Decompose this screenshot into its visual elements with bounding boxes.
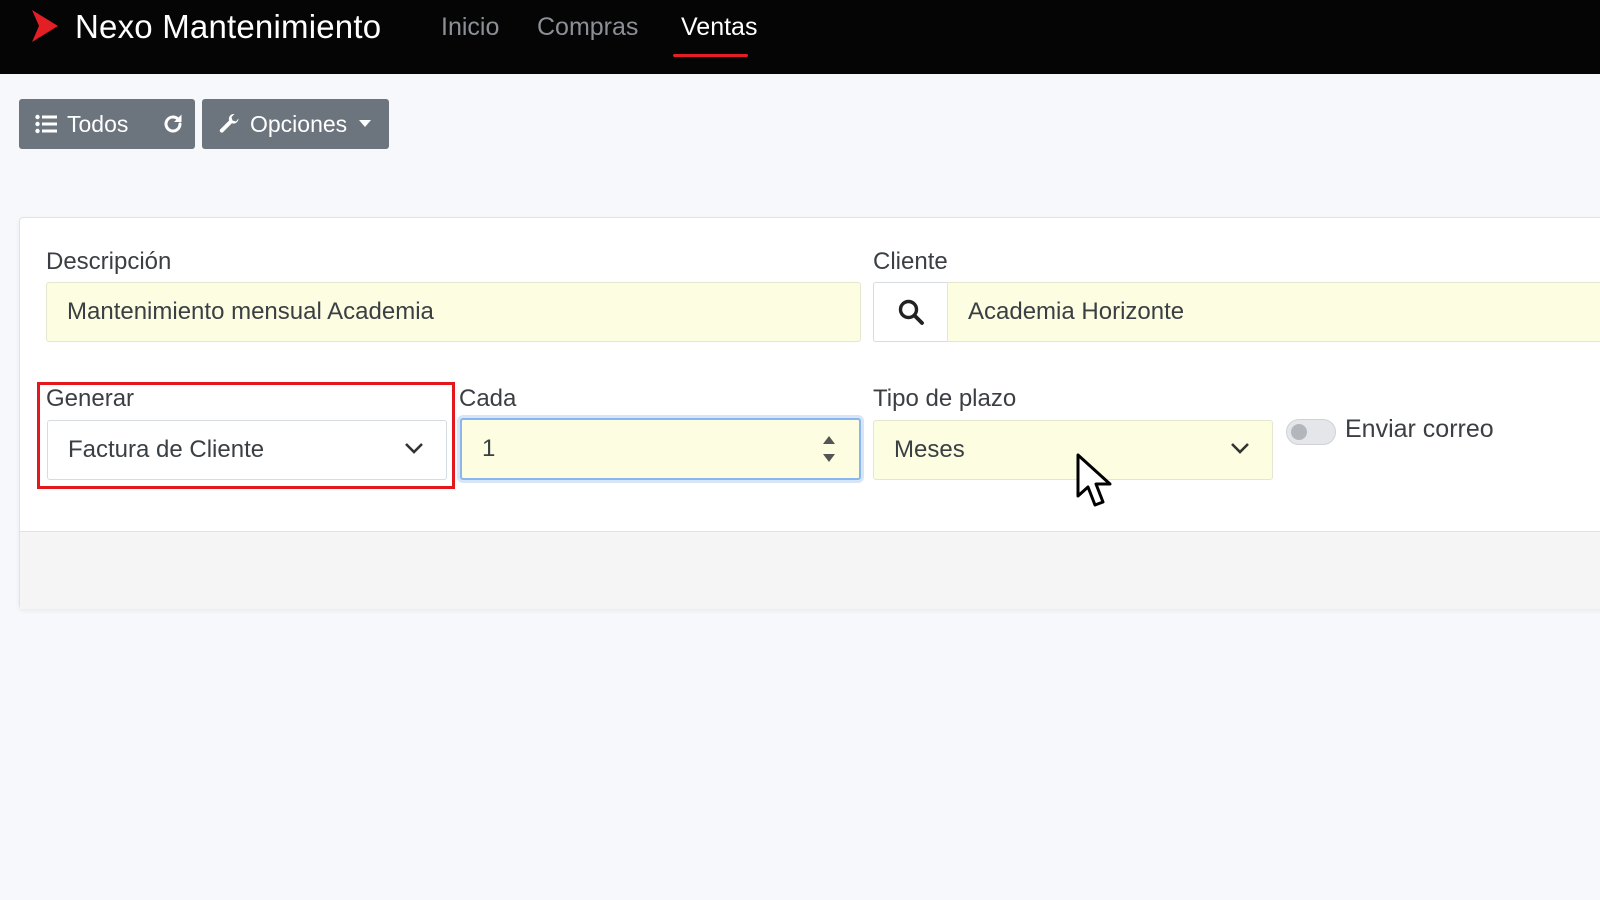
active-nav-underline bbox=[673, 54, 748, 57]
nav-item-ventas[interactable]: Ventas bbox=[681, 13, 757, 42]
form-card bbox=[19, 217, 1600, 609]
brand-logo-icon[interactable] bbox=[30, 9, 60, 43]
tipo-plazo-label: Tipo de plazo bbox=[873, 385, 1017, 412]
mouse-cursor-icon bbox=[1076, 453, 1112, 507]
chevron-down-icon bbox=[1231, 443, 1249, 454]
descripcion-label: Descripción bbox=[46, 248, 172, 275]
cada-label: Cada bbox=[459, 385, 517, 412]
enviar-correo-label: Enviar correo bbox=[1345, 415, 1494, 443]
enviar-correo-toggle[interactable] bbox=[1286, 419, 1336, 445]
cada-value: 1 bbox=[482, 435, 496, 462]
nav-item-compras[interactable]: Compras bbox=[537, 13, 638, 42]
top-navbar: Nexo Mantenimiento Inicio Compras Ventas bbox=[0, 0, 1600, 74]
todos-button-label: Todos bbox=[67, 110, 129, 137]
descripcion-input[interactable]: Mantenimiento mensual Academia bbox=[46, 282, 861, 342]
tipo-plazo-selected-value: Meses bbox=[894, 436, 965, 463]
todos-button-group: Todos bbox=[19, 99, 195, 149]
cliente-input[interactable]: Academia Horizonte bbox=[947, 282, 1600, 342]
list-icon bbox=[35, 114, 57, 134]
cliente-search-button[interactable] bbox=[873, 282, 947, 342]
generar-select[interactable]: Factura de Cliente bbox=[47, 420, 447, 480]
chevron-down-icon bbox=[405, 443, 423, 454]
opciones-button-label: Opciones bbox=[250, 110, 348, 137]
cada-number-input[interactable]: 1 bbox=[460, 418, 861, 480]
reload-icon bbox=[164, 114, 182, 133]
reload-button[interactable] bbox=[151, 99, 195, 149]
search-icon bbox=[898, 299, 924, 325]
tipo-plazo-select[interactable]: Meses bbox=[873, 420, 1273, 480]
cliente-label: Cliente bbox=[873, 248, 948, 275]
brand-name[interactable]: Nexo Mantenimiento bbox=[75, 8, 381, 46]
caret-down-icon bbox=[359, 120, 372, 127]
toggle-knob bbox=[1291, 424, 1307, 440]
generar-selected-value: Factura de Cliente bbox=[68, 436, 265, 463]
todos-button[interactable]: Todos bbox=[19, 99, 151, 149]
opciones-dropdown-button[interactable]: Opciones bbox=[202, 99, 389, 149]
wrench-icon bbox=[219, 113, 239, 133]
nav-item-inicio[interactable]: Inicio bbox=[441, 13, 499, 42]
card-footer bbox=[20, 531, 1600, 609]
number-stepper-icon[interactable] bbox=[821, 434, 837, 464]
generar-label: Generar bbox=[46, 385, 135, 412]
